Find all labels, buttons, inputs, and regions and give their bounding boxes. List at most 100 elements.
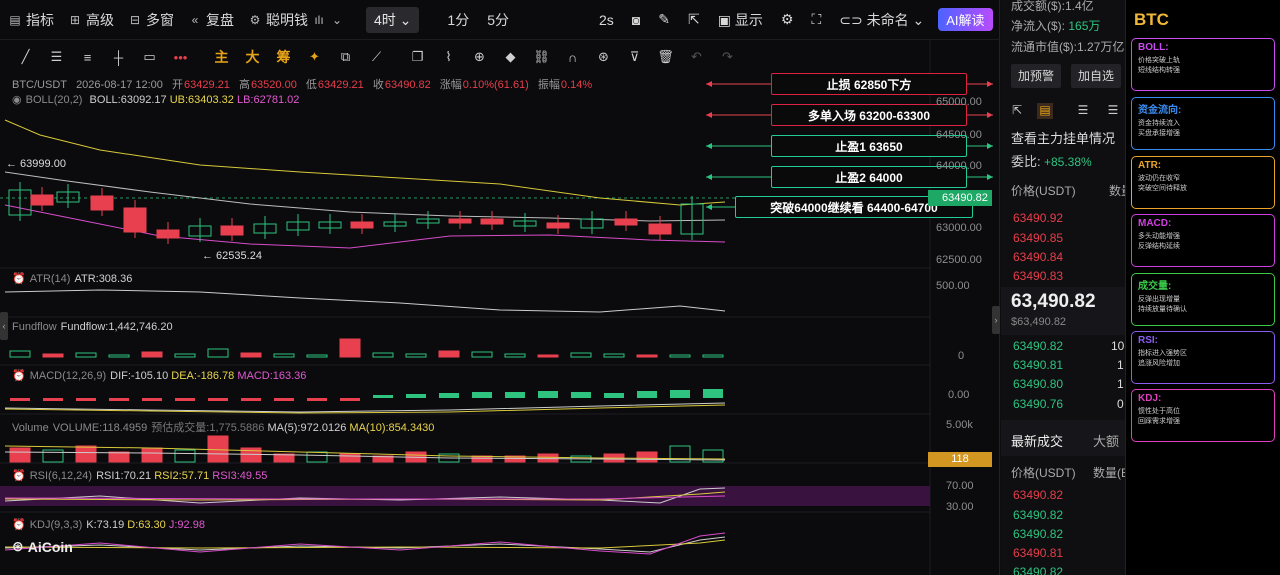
ray-tool-icon[interactable]: ┼: [103, 45, 134, 69]
collapse-left-handle[interactable]: ‹: [0, 312, 8, 340]
refresh-interval[interactable]: 2s: [599, 12, 614, 28]
camera-icon[interactable]: ◙: [632, 12, 640, 28]
eye-icon[interactable]: ◉: [12, 94, 22, 106]
ask-price[interactable]: 63490.85: [1013, 231, 1063, 245]
tag-icon[interactable]: ⊛: [588, 45, 619, 69]
bid-price[interactable]: 63490.81: [1013, 358, 1063, 372]
order-ratio: +85.38%: [1043, 155, 1092, 169]
card-title: RSI:: [1138, 335, 1158, 346]
trade-price: 63490.82: [1013, 565, 1064, 575]
ask-price[interactable]: 63490.83: [1013, 269, 1063, 283]
alarm-icon[interactable]: ⏰: [12, 273, 26, 285]
more-tools-icon[interactable]: •••: [165, 45, 196, 69]
bid-price[interactable]: 63490.82: [1013, 339, 1063, 353]
alarm-icon[interactable]: ⏰: [12, 470, 26, 482]
timeframe-select[interactable]: 4时 ⌄: [366, 6, 420, 33]
ruler-icon[interactable]: ⌇: [433, 45, 464, 69]
line-tool-icon[interactable]: ╱: [10, 45, 41, 69]
btc-title: BTC: [1134, 10, 1169, 29]
copy-icon[interactable]: ❐: [402, 45, 433, 69]
tab-big-trades[interactable]: 大额: [1093, 431, 1119, 450]
book-view-icon[interactable]: ⇱: [1009, 103, 1025, 119]
analysis-card[interactable]: 成交量: 反弹出现增量 持续放量待确认: [1131, 273, 1275, 326]
chip-button[interactable]: 筹: [268, 45, 299, 69]
analysis-card[interactable]: MACD: 多头动能增强 反弹结构延续: [1131, 214, 1275, 267]
chart-type-icon[interactable]: ⧉: [330, 45, 361, 69]
main-orders-title[interactable]: 查看主力挂单情况: [1011, 128, 1115, 147]
brush-icon[interactable]: ⟋: [361, 45, 392, 69]
volume-ma5-line: [4, 451, 726, 461]
analysis-card[interactable]: RSI: 指标进入强势区 追涨风险增加: [1131, 331, 1275, 384]
advanced-button[interactable]: ⊞ 高级: [68, 10, 114, 30]
chart-pane: ▤ 指标 ⊞ 高级 ⊟ 多窗 «复盘 ⚙ 聪明钱 ılı ⌄ 4时 ⌄ 1分 5分 2s ◙…: [0, 0, 1000, 575]
signal-stop-loss[interactable]: 止损 62850下方: [771, 73, 967, 95]
zoom-icon[interactable]: ⊕: [464, 45, 495, 69]
add-favorite-button[interactable]: 加自选: [1071, 64, 1122, 88]
alarm-icon[interactable]: ⏰: [12, 519, 26, 531]
magnet-icon[interactable]: ∩: [557, 45, 588, 69]
macd-bar: [670, 390, 690, 398]
card-line: 买盘承接增强: [1138, 130, 1180, 137]
trash-icon[interactable]: 🗑: [650, 45, 681, 69]
card-line: 多头动能增强: [1138, 233, 1180, 240]
net-inflow: 净流入($): 165万: [1011, 19, 1101, 33]
trade-price: 63490.81: [1013, 546, 1064, 560]
tf-5m-button[interactable]: 5分: [487, 10, 509, 30]
card-title: BOLL:: [1138, 42, 1169, 53]
eraser-icon[interactable]: ◆: [495, 45, 526, 69]
book-both-icon[interactable]: ▤: [1037, 103, 1053, 119]
ask-price[interactable]: 63490.84: [1013, 250, 1063, 264]
tf-1m-button[interactable]: 1分: [447, 10, 469, 30]
big-order-button[interactable]: 大: [237, 45, 268, 69]
ask-price[interactable]: 63490.92: [1013, 211, 1063, 225]
ai-interpret-button[interactable]: AI解读: [938, 8, 993, 31]
card-line: 追涨风险增加: [1138, 360, 1180, 367]
display-button[interactable]: ▣ 显示: [718, 10, 763, 30]
layout-select[interactable]: ⊂⊃ 未命名 ⌄: [839, 10, 924, 30]
alarm-icon[interactable]: ⏰: [12, 370, 26, 382]
parallel-tool-icon[interactable]: ☰: [41, 45, 72, 69]
signal-arrowhead: [706, 174, 712, 180]
fundflow-bar: [141, 351, 163, 358]
review-button[interactable]: «复盘: [188, 10, 234, 30]
price-axis-label: 63000.00: [936, 222, 982, 234]
tab-latest-trades[interactable]: 最新成交: [1011, 431, 1063, 450]
macd-bar: [109, 398, 129, 401]
trades-qty-header: 数量(B: [1093, 466, 1125, 480]
analysis-card[interactable]: ATR: 波动仍在收窄 突破空间待释放: [1131, 156, 1275, 209]
redo-icon[interactable]: ↷: [712, 45, 743, 69]
bid-price[interactable]: 63490.76: [1013, 397, 1063, 411]
filter-icon[interactable]: ⊽: [619, 45, 650, 69]
multiwindow-button[interactable]: ⊟ 多窗: [128, 10, 174, 30]
analysis-card[interactable]: BOLL: 价格突破上轨 短线结构转强: [1131, 38, 1275, 91]
card-line: 指标进入强势区: [1138, 350, 1187, 357]
volume-bar: [438, 453, 460, 463]
link-icon[interactable]: ⛓: [526, 45, 557, 69]
settings-icon[interactable]: ⚙: [781, 11, 794, 28]
book-bids-icon[interactable]: ☰: [1105, 103, 1121, 119]
undo-icon[interactable]: ↶: [681, 45, 712, 69]
share-icon[interactable]: ⇱: [688, 11, 700, 28]
rect-tool-icon[interactable]: ▭: [134, 45, 165, 69]
card-line: 资金持续流入: [1138, 120, 1180, 127]
analysis-card[interactable]: KDJ: 惯性处于高位 回踩需求增强: [1131, 389, 1275, 442]
book-asks-icon[interactable]: ☰: [1075, 103, 1091, 119]
smartmoney-button[interactable]: ⚙ 聪明钱 ılı ⌄: [248, 10, 344, 30]
market-side-panel: 成交额($):1.4亿 净流入($): 165万 流通市值($):1.27万亿 …: [1001, 0, 1125, 575]
indicators-button[interactable]: ▤ 指标: [8, 10, 54, 30]
candle-body: [188, 225, 212, 237]
volume-axis: 5.00k: [946, 419, 973, 431]
add-alert-button[interactable]: 加预警: [1011, 64, 1062, 88]
collapse-right-handle[interactable]: ›: [992, 306, 1000, 334]
main-indicator-button[interactable]: 主: [206, 45, 237, 69]
hline-tool-icon[interactable]: ≡: [72, 45, 103, 69]
fullscreen-icon[interactable]: ⛶: [811, 11, 821, 28]
fundflow-bar: [108, 354, 130, 358]
signal-arrowhead: [706, 112, 712, 118]
pen-icon[interactable]: ✎: [658, 11, 670, 28]
magic-icon[interactable]: ✦: [299, 45, 330, 69]
card-title: 成交量:: [1138, 281, 1172, 292]
bid-price[interactable]: 63490.80: [1013, 377, 1063, 391]
candle-body: [680, 203, 704, 235]
analysis-card[interactable]: 资金流向: 资金持续流入 买盘承接增强: [1131, 97, 1275, 150]
